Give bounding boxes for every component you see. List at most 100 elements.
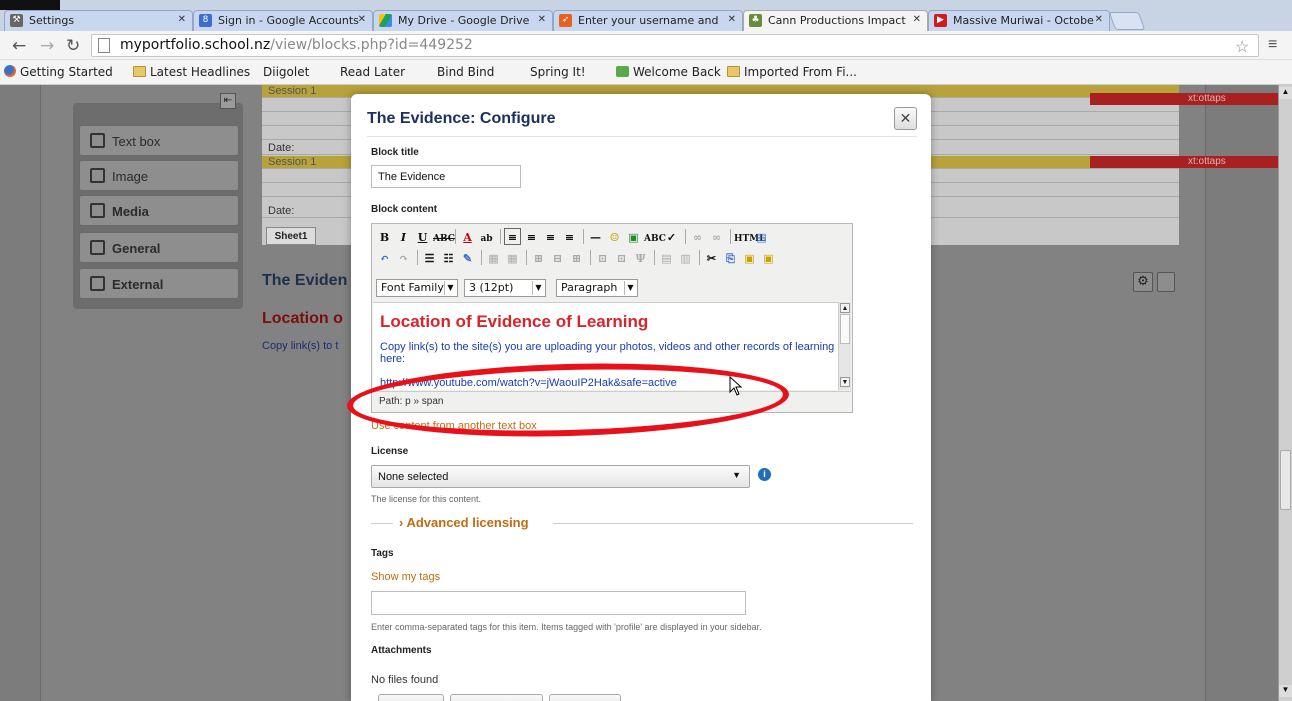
tags-input[interactable] (371, 591, 746, 615)
palette-item-general[interactable]: General (79, 232, 239, 263)
palette-item-media[interactable]: Media (79, 195, 239, 226)
merge-cells-icon[interactable]: ⊡ (613, 250, 630, 267)
split-cells-icon[interactable]: ⊡ (594, 250, 611, 267)
close-icon[interactable]: ✕ (358, 14, 366, 25)
paste-word-icon[interactable]: ▣ (760, 250, 777, 267)
advanced-licensing-toggle[interactable]: › Advanced licensing (371, 515, 913, 530)
clean-icon[interactable]: ✓ (663, 229, 680, 246)
tab-settings[interactable]: ⚒ Settings ✕ (4, 10, 193, 31)
attachment-button[interactable] (450, 694, 543, 701)
bookmark-star-icon[interactable]: ☆ (1235, 37, 1249, 57)
unlink-icon[interactable]: ∞ (708, 229, 725, 246)
horizontal-rule-icon[interactable]: — (587, 229, 604, 246)
copy-icon[interactable]: ⎘ (722, 250, 739, 267)
spellcheck-icon[interactable]: ABC (644, 231, 666, 248)
insert-row-icon[interactable]: ⊞ (530, 250, 547, 267)
cut-icon[interactable]: ✂ (703, 250, 720, 267)
font-family-select[interactable]: Font Family ▼ (376, 279, 458, 297)
editor-scrollbar[interactable]: ▲ ▼ (838, 302, 851, 390)
bookmark-diigolet[interactable]: Diigolet (263, 65, 309, 161)
back-arrow-icon[interactable]: ← (12, 36, 26, 56)
column-props-icon[interactable]: ▥ (677, 250, 694, 267)
select-value: None selected (378, 471, 449, 483)
scroll-down-arrow-icon[interactable]: ▼ (1279, 685, 1292, 697)
align-right-icon[interactable]: ≡ (542, 229, 559, 246)
scroll-thumb[interactable] (840, 314, 850, 344)
block-title-input[interactable]: The Evidence (371, 165, 521, 188)
scroll-down-arrow-icon[interactable]: ▼ (840, 377, 850, 387)
scroll-thumb[interactable] (1280, 450, 1291, 510)
attachment-button[interactable] (549, 694, 621, 701)
close-icon[interactable]: ✕ (728, 14, 736, 25)
wrench-icon: ⚒ (10, 14, 23, 27)
bookmark-latest-headlines[interactable]: Latest Headlines (133, 65, 250, 79)
palette-item-image[interactable]: Image (79, 160, 239, 191)
address-bar[interactable]: myportfolio.school.nz/view/blocks.php?id… (91, 34, 1259, 57)
bookmark-getting-started[interactable]: Getting Started (4, 65, 113, 79)
close-icon[interactable]: ✕ (178, 14, 186, 25)
emoticon-icon[interactable]: ☺ (606, 229, 623, 246)
cell-props-icon[interactable]: Ψ (632, 250, 649, 267)
bold-icon[interactable]: B (376, 229, 393, 246)
scroll-up-arrow-icon[interactable]: ▲ (840, 303, 850, 313)
highlight-color-icon[interactable]: ab (478, 231, 495, 248)
sheet-tab[interactable]: Sheet1 (266, 227, 316, 245)
show-my-tags-link[interactable]: Show my tags (371, 571, 440, 583)
gear-icon[interactable]: ⚙ (1133, 272, 1153, 292)
table-icon[interactable]: ▦ (485, 250, 502, 267)
paste-icon[interactable]: ▣ (741, 250, 758, 267)
bookmark-spring-it[interactable]: Spring It! (530, 65, 586, 161)
license-select[interactable]: None selected ▼ (371, 465, 750, 488)
italic-icon[interactable]: I (395, 229, 412, 246)
tab-cann-productions[interactable]: ♣ Cann Productions Impact ✕ (743, 10, 928, 31)
palette-item-text-box[interactable]: Text box (79, 125, 239, 156)
format-select[interactable]: Paragraph ▼ (556, 279, 638, 297)
close-icon[interactable]: ✕ (538, 14, 546, 25)
html-source-icon[interactable]: HTML (734, 231, 766, 248)
align-left-icon[interactable]: ≡ (504, 228, 521, 245)
bullet-list-icon[interactable]: ☰ (421, 250, 438, 267)
bookmark-read-later[interactable]: Read Later (340, 65, 405, 161)
redo-icon[interactable]: ↷ (395, 250, 412, 267)
underline-icon[interactable]: U (414, 229, 431, 246)
row-props-icon[interactable]: ▤ (658, 250, 675, 267)
table-props-icon[interactable]: ▦ (504, 250, 521, 267)
delete-row-icon[interactable]: ⊟ (549, 250, 566, 267)
tab-massive-muriwai[interactable]: ▶ Massive Muriwai - Octobe ✕ (928, 10, 1110, 31)
edit-image-icon[interactable]: ✎ (459, 250, 476, 267)
separator (685, 229, 686, 244)
info-icon[interactable]: i (758, 468, 771, 481)
page-scrollbar[interactable]: ▲ ▼ (1278, 85, 1292, 701)
insert-image-icon[interactable]: ▣ (625, 229, 642, 246)
new-tab-button[interactable] (1108, 12, 1146, 30)
bookmark-bind-bind[interactable]: Bind Bind (437, 65, 494, 161)
scroll-up-arrow-icon[interactable]: ▲ (1279, 87, 1292, 99)
strikethrough-icon[interactable]: ABC (433, 231, 455, 248)
link-icon[interactable]: ∞ (689, 229, 706, 246)
numbered-list-icon[interactable]: ☷ (440, 250, 457, 267)
green-icon (616, 66, 629, 77)
reload-icon[interactable]: ↻ (66, 36, 80, 56)
undo-icon[interactable]: ↶ (376, 250, 393, 267)
forward-arrow-icon[interactable]: → (40, 36, 54, 56)
menu-icon[interactable]: ≡ (1268, 36, 1277, 54)
close-icon[interactable]: ✕ (913, 14, 921, 25)
attachment-button[interactable] (378, 694, 444, 701)
close-icon[interactable]: ✕ (1095, 14, 1103, 25)
bookmark-label: Getting Started (20, 65, 113, 79)
trash-icon[interactable] (1157, 272, 1175, 292)
align-center-icon[interactable]: ≡ (523, 229, 540, 246)
justify-icon[interactable]: ≡ (561, 229, 578, 246)
collapse-palette-icon[interactable]: ⇤ (220, 93, 236, 109)
close-icon[interactable]: ✕ (894, 107, 917, 130)
font-size-select[interactable]: 3 (12pt) ▼ (464, 279, 546, 297)
bookmark-welcome-back[interactable]: Welcome Back (616, 65, 721, 79)
bookmark-imported[interactable]: Imported From Fi... (727, 65, 857, 79)
tab-username[interactable]: ➶ Enter your username and ✕ (553, 10, 743, 31)
insert-column-icon[interactable]: ⊞ (568, 250, 585, 267)
text-color-icon[interactable]: A (459, 229, 476, 246)
tab-google-drive[interactable]: My Drive - Google Drive ✕ (373, 10, 553, 31)
fullscreen-icon[interactable]: ▤ (753, 229, 770, 246)
palette-item-external[interactable]: External (79, 268, 239, 299)
tab-google-accounts[interactable]: 8 Sign in - Google Accounts ✕ (193, 10, 373, 31)
